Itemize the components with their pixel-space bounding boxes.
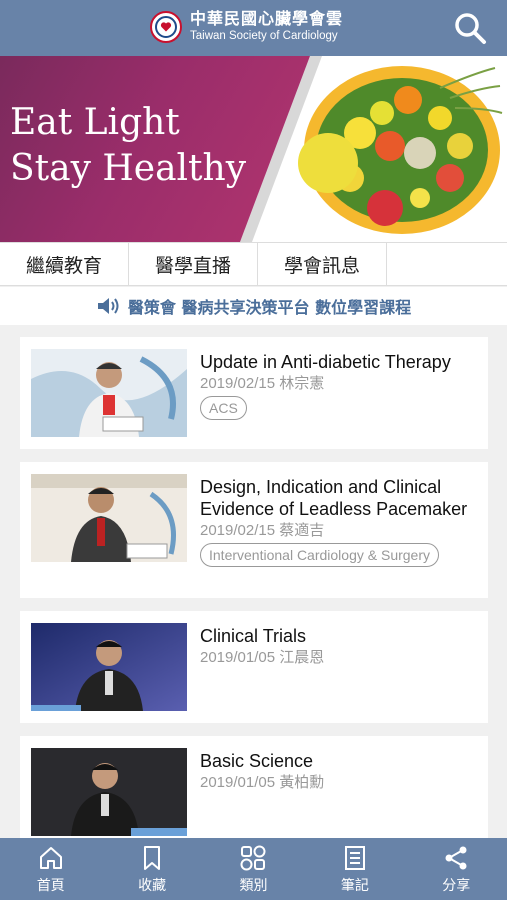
search-button[interactable] — [453, 11, 487, 45]
bookmark-icon — [144, 845, 161, 870]
video-date-speaker: 2019/02/15 林宗憲 — [200, 375, 325, 392]
brand-title: 中華民國心臟學會雲 Taiwan Society of Cardiology — [190, 10, 343, 44]
bottom-navigation: 首頁 收藏 類別 筆記 分享 — [0, 838, 507, 900]
announcement-bar[interactable]: 醫策會 醫病共享決策平台 數位學習課程 — [0, 287, 507, 325]
category-tabs: 繼續教育 醫學直播 學會訊息 — [0, 242, 507, 286]
tab-medical-live[interactable]: 醫學直播 — [129, 243, 258, 285]
video-thumbnail[interactable] — [31, 623, 187, 711]
video-thumbnail[interactable] — [31, 474, 187, 562]
notes-icon — [344, 845, 365, 870]
brand-name-zh: 中華民國心臟學會雲 — [190, 9, 344, 28]
announcement-text: 醫策會 醫病共享決策平台 數位學習課程 — [127, 298, 412, 317]
nav-categories-label: 類別 — [239, 877, 268, 894]
video-date-speaker: 2019/01/05 黃柏勳 — [200, 774, 325, 791]
video-card[interactable]: Update in Anti-diabetic Therapy 2019/02/… — [20, 337, 488, 449]
home-icon — [39, 846, 62, 869]
nav-notes-label: 筆記 — [340, 877, 369, 894]
speaker-icon — [97, 298, 119, 314]
nav-categories[interactable]: 類別 — [203, 838, 304, 900]
society-logo — [150, 11, 182, 43]
video-title: Basic Science — [200, 751, 314, 771]
search-icon — [455, 13, 486, 44]
video-title: Clinical Trials — [200, 626, 307, 646]
app-header: 中華民國心臟學會雲 Taiwan Society of Cardiology — [0, 0, 507, 56]
video-title: Update in Anti-diabetic Therapy — [200, 352, 451, 372]
nav-favorites[interactable]: 收藏 — [101, 838, 202, 900]
category-tag[interactable]: Interventional Cardiology & Surgery — [200, 543, 440, 567]
video-card[interactable]: Clinical Trials 2019/01/05 江晨恩 — [20, 611, 488, 723]
nav-share[interactable]: 分享 — [406, 838, 507, 900]
banner-headline: Eat Light Stay Healthy — [10, 102, 247, 189]
nav-home[interactable]: 首頁 — [0, 838, 101, 900]
vegetable-bowl-image — [298, 66, 503, 234]
promo-banner[interactable]: Eat Light Stay Healthy — [0, 56, 507, 242]
video-title: Design, Indication and Clinical Evidence… — [200, 477, 468, 519]
video-date-speaker: 2019/02/15 蔡適吉 — [200, 522, 325, 539]
tab-society-news[interactable]: 學會訊息 — [258, 243, 387, 285]
video-card[interactable]: Basic Science 2019/01/05 黃柏勳 — [20, 736, 488, 838]
share-icon — [445, 846, 467, 869]
video-date-speaker: 2019/01/05 江晨恩 — [200, 649, 325, 666]
video-card[interactable]: Design, Indication and Clinical Evidence… — [20, 462, 488, 598]
nav-home-label: 首頁 — [36, 877, 65, 894]
grid-icon — [240, 845, 266, 870]
category-tag[interactable]: ACS — [200, 396, 247, 420]
tab-continuing-education[interactable]: 繼續教育 — [0, 243, 129, 285]
brand-name-en: Taiwan Society of Cardiology — [190, 30, 338, 42]
video-thumbnail[interactable] — [31, 349, 187, 437]
nav-notes[interactable]: 筆記 — [304, 838, 405, 900]
nav-favorites-label: 收藏 — [138, 877, 167, 894]
video-thumbnail[interactable] — [31, 748, 187, 836]
nav-share-label: 分享 — [442, 877, 471, 894]
